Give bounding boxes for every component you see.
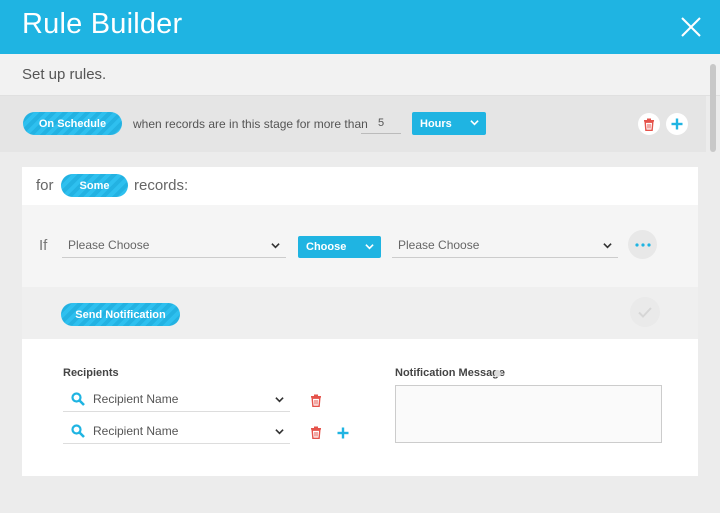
notification-details: Recipients Recipient Name Recipient Name xyxy=(22,339,698,476)
modal-subtitle: Set up rules. xyxy=(22,66,107,83)
rule-card: for records: Some If Please Choose Choos… xyxy=(22,167,698,476)
add-rule-button[interactable] xyxy=(666,113,688,135)
chevron-down-icon xyxy=(470,120,479,126)
records-label: records: xyxy=(134,177,189,194)
check-icon xyxy=(638,306,652,318)
value-select-value: Please Choose xyxy=(398,238,480,252)
recipient-select[interactable]: Recipient Name xyxy=(63,418,290,444)
confirm-action-button[interactable] xyxy=(630,297,660,327)
search-icon xyxy=(71,392,85,406)
add-recipient-icon[interactable] xyxy=(337,427,349,439)
field-select-value: Please Choose xyxy=(68,238,150,252)
delete-rule-button[interactable] xyxy=(638,113,660,135)
modal-header: Rule Builder xyxy=(0,0,720,54)
trash-icon[interactable] xyxy=(310,394,322,407)
more-options-button[interactable] xyxy=(628,230,657,259)
recipients-label: Recipients xyxy=(63,367,119,379)
notification-message-label: Notification Message xyxy=(395,367,506,379)
trigger-button[interactable]: On Schedule xyxy=(23,112,122,135)
duration-unit-select[interactable]: Hours xyxy=(412,112,486,135)
duration-input[interactable]: 5 xyxy=(361,114,401,134)
value-select[interactable]: Please Choose xyxy=(392,232,618,258)
plus-icon xyxy=(671,118,683,130)
recipient-name: Recipient Name xyxy=(93,424,179,438)
recipient-select[interactable]: Recipient Name xyxy=(63,386,290,412)
chevron-down-icon xyxy=(603,243,612,249)
chevron-down-icon xyxy=(275,429,284,435)
close-icon[interactable] xyxy=(680,16,702,38)
chevron-down-icon xyxy=(271,243,280,249)
chevron-down-icon xyxy=(275,397,284,403)
if-label: If xyxy=(39,237,48,254)
action-type-button[interactable]: Send Notification xyxy=(61,303,180,326)
operator-select-value: Choose xyxy=(306,241,347,253)
more-icon xyxy=(634,242,651,247)
quantifier-button[interactable]: Some xyxy=(61,174,128,197)
trash-icon xyxy=(644,118,654,131)
search-icon xyxy=(71,424,85,438)
info-icon xyxy=(494,370,501,377)
trash-icon[interactable] xyxy=(310,426,322,439)
operator-select[interactable]: Choose xyxy=(298,236,381,258)
for-label: for xyxy=(36,177,54,194)
schedule-row: On Schedule when records are in this sta… xyxy=(0,96,706,152)
field-select[interactable]: Please Choose xyxy=(62,232,286,258)
condition-row: If Please Choose Choose Please Choose xyxy=(22,205,698,287)
recipient-name: Recipient Name xyxy=(93,392,179,406)
duration-unit-value: Hours xyxy=(420,117,452,130)
notification-message-input[interactable] xyxy=(395,385,662,443)
modal-title: Rule Builder xyxy=(22,8,183,40)
scrollbar[interactable] xyxy=(710,64,716,152)
modal-subheader: Set up rules. xyxy=(0,54,720,96)
schedule-phrase: when records are in this stage for more … xyxy=(133,117,368,131)
chevron-down-icon xyxy=(365,244,374,250)
